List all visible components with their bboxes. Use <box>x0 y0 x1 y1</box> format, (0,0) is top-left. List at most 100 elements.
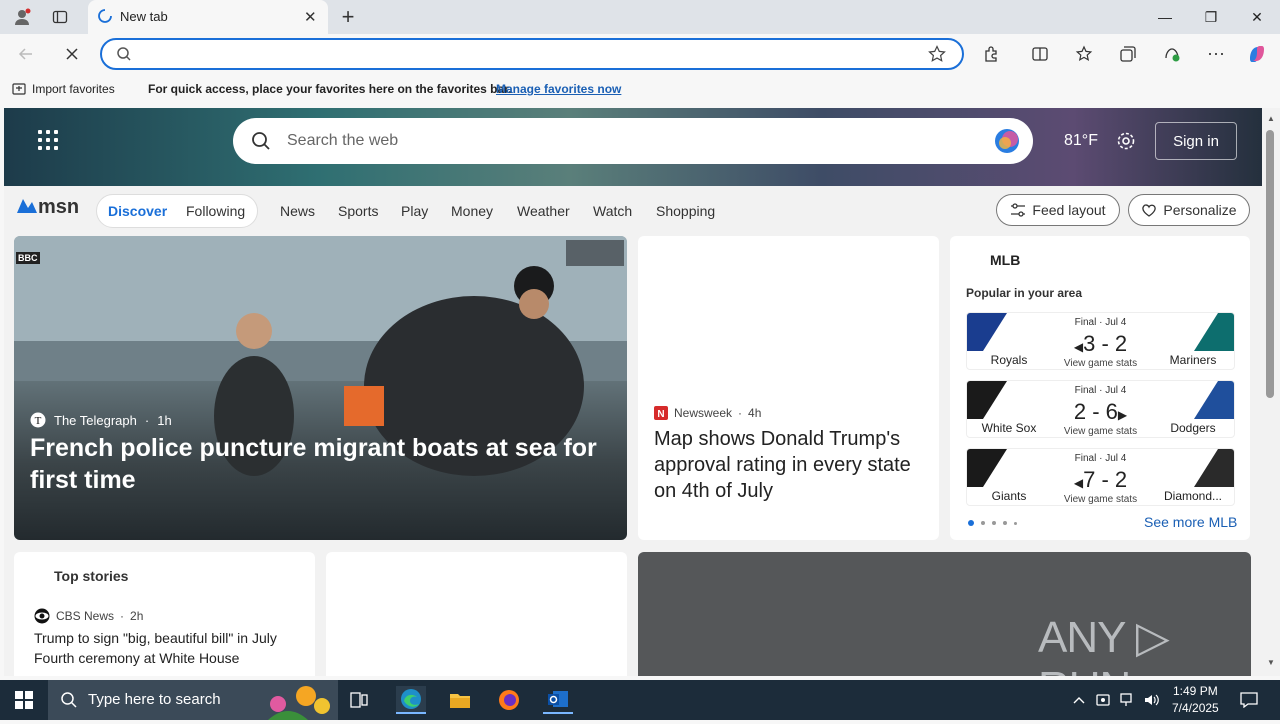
settings-gear-icon[interactable] <box>1116 131 1136 156</box>
game-score-card[interactable]: Final · Jul 4 2 - 6▶ View game stats Whi… <box>966 380 1235 438</box>
team1-name: Giants <box>991 489 1027 503</box>
mlb-title[interactable]: MLB <box>990 252 1020 268</box>
winner-arrow-icon: ▶ <box>1117 408 1128 422</box>
firefox-icon[interactable] <box>494 686 524 714</box>
import-favorites-button[interactable]: Import favorites <box>12 82 115 96</box>
nav-link-weather[interactable]: Weather <box>517 203 570 219</box>
web-search-placeholder: Search the web <box>287 132 399 149</box>
file-explorer-icon[interactable] <box>445 686 475 714</box>
new-tab-button[interactable]: + <box>336 4 360 29</box>
tab-new-tab[interactable]: New tab ✕ <box>88 0 328 34</box>
story-headline[interactable]: French police puncture migrant boats at … <box>30 432 610 496</box>
mlb-scores-card: MLB Popular in your area Final · Jul 4 ◀… <box>950 236 1250 540</box>
restore-button[interactable]: ❐ <box>1188 0 1234 34</box>
weather-temperature[interactable]: 81°F <box>1064 132 1098 150</box>
taskbar-clock[interactable]: 1:49 PM 7/4/2025 <box>1172 683 1219 717</box>
page-scrollbar[interactable]: ▲ ▼ <box>1262 108 1280 676</box>
top-stories-card: Top stories CBS News · 2h Trump to sign … <box>14 552 315 676</box>
task-view-icon[interactable] <box>344 686 374 714</box>
address-bar[interactable] <box>100 38 964 70</box>
sign-in-button[interactable]: Sign in <box>1155 122 1237 160</box>
bbc-badge: BBC <box>16 252 40 264</box>
favorites-icon[interactable] <box>1072 42 1096 66</box>
feed-layout-label: Feed layout <box>1032 202 1106 218</box>
taskbar-search-placeholder: Type here to search <box>88 691 221 708</box>
copilot-icon[interactable] <box>1245 42 1269 66</box>
outlook-icon[interactable] <box>543 686 573 714</box>
split-screen-icon[interactable] <box>1028 42 1052 66</box>
game-status: Final · Jul 4 <box>1074 453 1127 464</box>
nav-link-sports[interactable]: Sports <box>338 203 378 219</box>
back-arrow-icon[interactable] <box>14 42 38 66</box>
notifications-icon[interactable] <box>1234 686 1264 714</box>
msn-logo[interactable]: msn <box>16 196 79 219</box>
story-headline[interactable]: Map shows Donald Trump's approval rating… <box>654 426 926 504</box>
story-source-name: Newsweek <box>674 406 733 420</box>
team2-name: Mariners <box>1169 353 1217 367</box>
carousel-dot[interactable] <box>968 520 974 526</box>
favorites-bar: Import favorites For quick access, place… <box>0 74 1280 104</box>
copilot-icon[interactable] <box>991 126 1023 161</box>
stop-loading-icon[interactable] <box>60 42 84 66</box>
tab-actions-icon[interactable] <box>48 6 72 28</box>
feed-layout-button[interactable]: Feed layout <box>996 194 1120 226</box>
volume-icon[interactable] <box>1136 686 1166 714</box>
scroll-down-icon[interactable]: ▼ <box>1267 658 1275 667</box>
personalize-icon <box>1142 204 1157 217</box>
extensions-icon[interactable] <box>979 42 1003 66</box>
see-more-mlb-link[interactable]: See more MLB <box>1144 514 1237 530</box>
nav-link-money[interactable]: Money <box>451 203 493 219</box>
placeholder-card <box>326 552 627 676</box>
featured-story-card[interactable]: BBC T The Telegraph · 1h French police p… <box>14 236 627 540</box>
app-launcher-icon[interactable] <box>38 130 58 150</box>
address-toolbar: ⋯ <box>0 34 1280 74</box>
story-age: 1h <box>157 412 172 428</box>
minimize-button[interactable]: — <box>1142 0 1188 34</box>
team1-name: White Sox <box>981 421 1037 435</box>
tab-close-button[interactable]: ✕ <box>304 8 317 26</box>
collections-icon[interactable] <box>1116 42 1140 66</box>
close-window-button[interactable]: ✕ <box>1234 0 1280 34</box>
import-favorites-label: Import favorites <box>32 82 115 96</box>
manage-favorites-link[interactable]: Manage favorites now <box>496 82 621 96</box>
nav-link-news[interactable]: News <box>280 203 315 219</box>
add-favorite-star-icon[interactable] <box>928 45 946 68</box>
nav-link-shopping[interactable]: Shopping <box>656 203 715 219</box>
carousel-dot[interactable] <box>992 521 996 525</box>
scroll-up-icon[interactable]: ▲ <box>1267 114 1275 123</box>
anyrun-watermark: ANY ▷ RUN <box>1038 613 1170 676</box>
web-search-box[interactable]: Search the web <box>233 118 1033 164</box>
profile-icon[interactable] <box>10 6 34 28</box>
video-card[interactable]: ANY ▷ RUN <box>638 552 1251 676</box>
winner-arrow-icon: ◀ <box>1073 340 1084 354</box>
clock-date: 7/4/2025 <box>1172 701 1219 715</box>
game-score-value: 7 - 2 <box>1083 467 1128 492</box>
scrollbar-thumb[interactable] <box>1266 130 1274 398</box>
tab-following[interactable]: Following <box>186 203 245 219</box>
search-highlight-flowers-icon <box>258 682 338 724</box>
winner-arrow-icon: ◀ <box>1073 476 1084 490</box>
team2-name: Dodgers <box>1170 421 1216 435</box>
favorites-hint-text: For quick access, place your favorites h… <box>148 82 512 96</box>
more-options-icon[interactable]: ⋯ <box>1204 42 1228 66</box>
taskbar-search-box[interactable]: Type here to search <box>48 680 338 720</box>
game-score-card[interactable]: Final · Jul 4 ◀3 - 2 View game stats Roy… <box>966 312 1235 370</box>
personalize-button[interactable]: Personalize <box>1128 194 1250 226</box>
carousel-dot[interactable] <box>1014 521 1017 525</box>
game-score-card[interactable]: Final · Jul 4 ◀7 - 2 View game stats Gia… <box>966 448 1235 506</box>
story-headline[interactable]: Trump to sign "big, beautiful bill" in J… <box>34 628 300 668</box>
tab-discover[interactable]: Discover <box>108 203 167 219</box>
story-source: CBS News · 2h <box>34 608 143 624</box>
edge-browser-icon[interactable] <box>396 686 426 714</box>
carousel-dot[interactable] <box>981 521 985 525</box>
news-story-card[interactable]: N Newsweek · 4h Map shows Donald Trump's… <box>638 236 939 540</box>
nav-link-watch[interactable]: Watch <box>593 203 632 219</box>
nav-link-play[interactable]: Play <box>401 203 428 219</box>
carousel-dot[interactable] <box>1003 521 1007 525</box>
search-icon <box>251 131 271 156</box>
msn-new-tab-page: Search the web 81°F Sign in msn Discover… <box>4 108 1262 676</box>
team2-name: Diamond... <box>1163 489 1223 503</box>
browser-essentials-icon[interactable] <box>1160 42 1184 66</box>
story-source-name: The Telegraph <box>54 412 137 428</box>
windows-start-icon[interactable] <box>9 686 39 714</box>
